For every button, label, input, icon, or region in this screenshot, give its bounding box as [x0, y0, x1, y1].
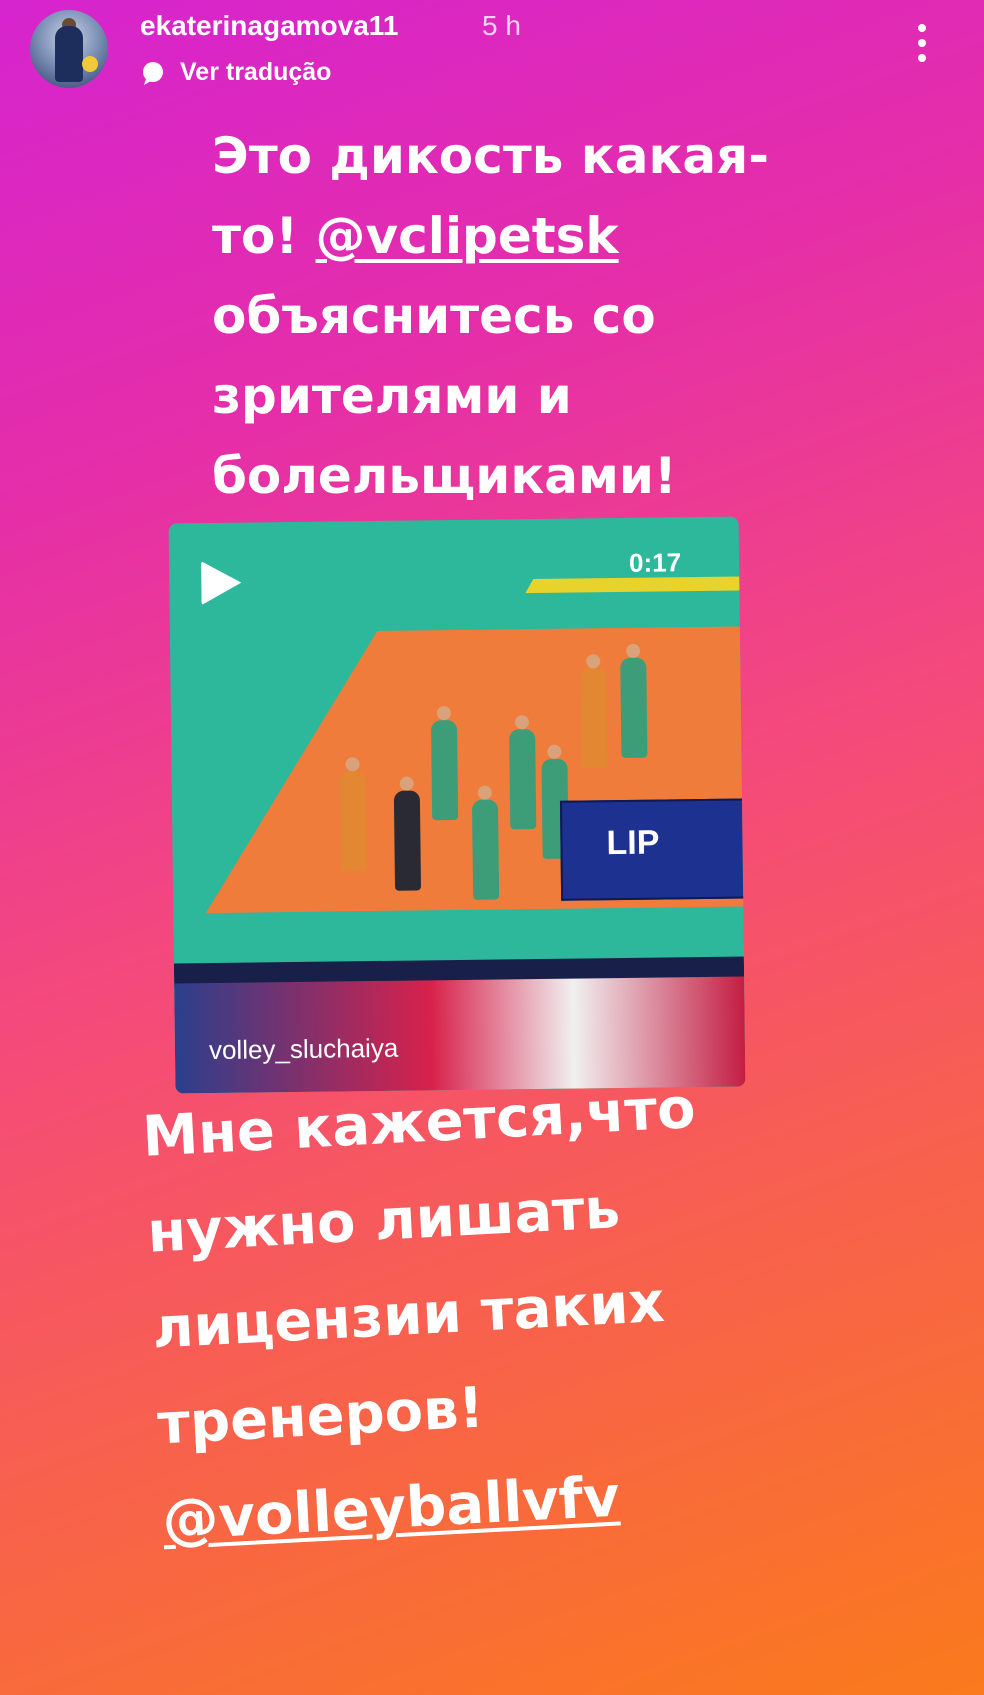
text-line: болельщиками! — [212, 447, 677, 505]
see-translation-button[interactable]: Ver tradução — [140, 58, 331, 87]
story-text-bottom: Мне кажется,что нужно лишать лицензии та… — [140, 1061, 718, 1569]
story-text-top: Это дикость какая- то! @vclipetsk объясн… — [212, 116, 769, 516]
more-options-icon[interactable] — [910, 24, 934, 74]
player — [580, 668, 608, 769]
scoreboard: LIP — [559, 798, 746, 901]
video-watermark: volley_sluchaiya — [208, 1032, 399, 1066]
avatar-figure — [55, 26, 83, 82]
username[interactable]: ekaterinagamova11 — [140, 10, 398, 42]
text-line: лицензии таких — [150, 1269, 667, 1362]
text-line: то! — [212, 207, 316, 265]
player — [339, 771, 367, 872]
story-header: ekaterinagamova11 5 h Ver tradução — [0, 0, 984, 100]
text-line: Это дикость какая- — [212, 127, 769, 185]
avatar[interactable] — [30, 10, 108, 88]
translate-bubble-icon — [140, 60, 166, 86]
video-duration: 0:17 — [628, 547, 682, 578]
coach — [393, 790, 422, 891]
text-line: нужно лишать — [145, 1176, 622, 1266]
player — [430, 719, 459, 821]
shared-video-post[interactable]: LIP 0:17 volley_sluchaiya — [168, 516, 746, 1094]
player — [471, 799, 500, 900]
text-line: зрителями и — [212, 367, 572, 425]
scoreboard-label: LIP — [606, 823, 660, 863]
player — [509, 729, 537, 830]
post-time: 5 h — [482, 10, 521, 41]
floor-stripe — [525, 576, 746, 594]
mention-vclipetsk[interactable]: @vclipetsk — [316, 207, 619, 265]
player — [620, 657, 648, 758]
text-line: объяснитесь со — [212, 287, 656, 345]
text-line: тренеров! — [155, 1375, 486, 1458]
see-translation-label: Ver tradução — [180, 58, 332, 86]
play-icon[interactable] — [201, 560, 242, 606]
text-line: Мне кажется,что — [140, 1076, 698, 1170]
avatar-ball — [82, 56, 98, 72]
mention-volleyballvfv[interactable]: @volleyballvfv — [161, 1465, 621, 1554]
